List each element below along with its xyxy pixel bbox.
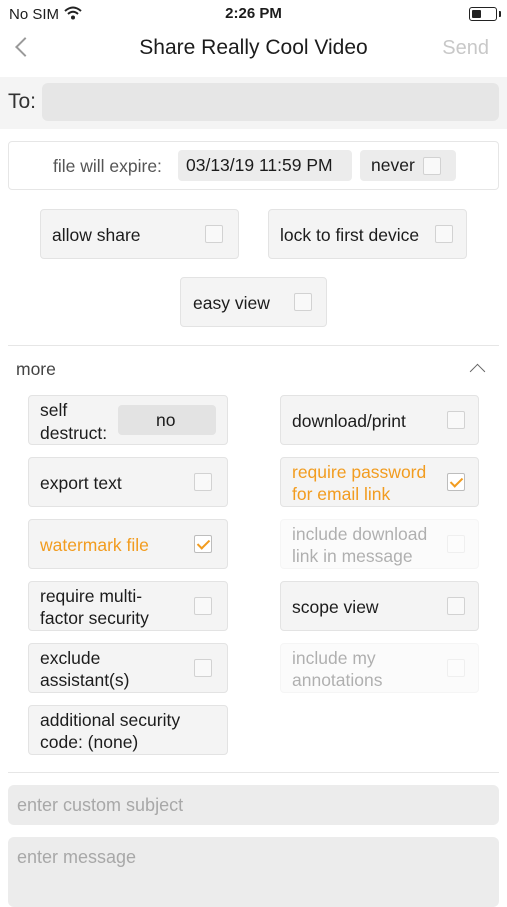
download-print-checkbox[interactable] [447, 411, 465, 429]
exclude-assistants-option[interactable]: exclude assistant(s) [28, 643, 228, 693]
to-label: To: [8, 90, 37, 113]
status-bar: No SIM 2:26 PM [0, 0, 507, 28]
easy-view-label: easy view [193, 293, 270, 313]
nav-bar: Share Really Cool Video Send [0, 28, 507, 72]
expire-date-value: 03/13/19 11:59 PM [186, 155, 333, 175]
include-annotations-option[interactable]: include my annotations [280, 643, 479, 693]
more-section-label: more [16, 359, 56, 379]
subject-placeholder: enter custom subject [17, 795, 184, 815]
include-annotations-checkbox[interactable] [447, 659, 465, 677]
require-password-checkbox[interactable] [447, 473, 465, 491]
require-mfa-option[interactable]: require multi- factor security [28, 581, 228, 631]
expire-label: file will expire: [53, 156, 162, 176]
require-mfa-label-1: require multi- [40, 586, 143, 606]
watermark-file-label: watermark file [40, 535, 149, 555]
self-destruct-select[interactable]: no [118, 405, 216, 435]
self-destruct-label-1: self [40, 400, 68, 420]
include-annotations-label-2: annotations [292, 670, 383, 690]
message-placeholder: enter message [17, 847, 137, 867]
easy-view-checkbox[interactable] [294, 293, 312, 311]
never-label: never [371, 155, 415, 175]
export-text-label: export text [40, 473, 122, 493]
include-download-link-label-1: include download [292, 524, 428, 544]
require-mfa-checkbox[interactable] [194, 597, 212, 615]
scope-view-label: scope view [292, 597, 379, 617]
clock-time: 2:26 PM [225, 5, 282, 22]
chevron-up-icon[interactable] [469, 363, 486, 380]
watermark-file-option[interactable]: watermark file [28, 519, 228, 569]
allow-share-checkbox[interactable] [205, 225, 223, 243]
divider [8, 772, 499, 773]
expire-date-field[interactable]: 03/13/19 11:59 PM [178, 150, 352, 181]
self-destruct-option: self destruct: no [28, 395, 228, 445]
allow-share-label: allow share [52, 225, 141, 245]
self-destruct-label-2: destruct: [40, 423, 108, 443]
include-annotations-label-1: include my [292, 648, 376, 668]
to-row: To: [0, 77, 507, 129]
expire-row: file will expire: 03/13/19 11:59 PM neve… [8, 141, 499, 190]
self-destruct-value: no [156, 410, 176, 430]
subject-input[interactable]: enter custom subject [8, 785, 499, 825]
additional-security-code-option[interactable]: additional security code: (none) [28, 705, 228, 755]
recipient-input[interactable] [42, 83, 499, 121]
scope-view-option[interactable]: scope view [280, 581, 479, 631]
require-password-label-2: for email link [292, 484, 391, 504]
easy-view-option[interactable]: easy view [180, 277, 327, 327]
scope-view-checkbox[interactable] [447, 597, 465, 615]
lock-first-device-label: lock to first device [280, 225, 420, 245]
never-checkbox[interactable] [423, 157, 441, 175]
additional-code-label-1: additional security [40, 710, 181, 730]
include-download-link-checkbox[interactable] [447, 535, 465, 553]
exclude-assistants-checkbox[interactable] [194, 659, 212, 677]
battery-icon [469, 7, 501, 21]
divider [8, 345, 499, 346]
allow-share-option[interactable]: allow share [40, 209, 239, 259]
lock-first-device-checkbox[interactable] [435, 225, 453, 243]
include-download-link-option[interactable]: include download link in message [280, 519, 479, 569]
require-password-option[interactable]: require password for email link [280, 457, 479, 507]
require-mfa-label-2: factor security [40, 608, 149, 628]
include-download-link-label-2: link in message [292, 546, 413, 566]
send-button[interactable]: Send [442, 37, 489, 60]
download-print-option[interactable]: download/print [280, 395, 479, 445]
exclude-assistants-label-2: assistant(s) [40, 670, 130, 690]
watermark-file-checkbox[interactable] [194, 535, 212, 553]
exclude-assistants-label-1: exclude [40, 648, 101, 668]
export-text-checkbox[interactable] [194, 473, 212, 491]
export-text-option[interactable]: export text [28, 457, 228, 507]
download-print-label: download/print [292, 411, 406, 431]
page-title: Share Really Cool Video [139, 36, 368, 59]
never-toggle[interactable]: never [360, 150, 456, 181]
lock-first-device-option[interactable]: lock to first device [268, 209, 467, 259]
require-password-label-1: require password [292, 462, 427, 482]
message-input[interactable]: enter message [8, 837, 499, 907]
additional-code-label-2: code: (none) [40, 732, 139, 752]
